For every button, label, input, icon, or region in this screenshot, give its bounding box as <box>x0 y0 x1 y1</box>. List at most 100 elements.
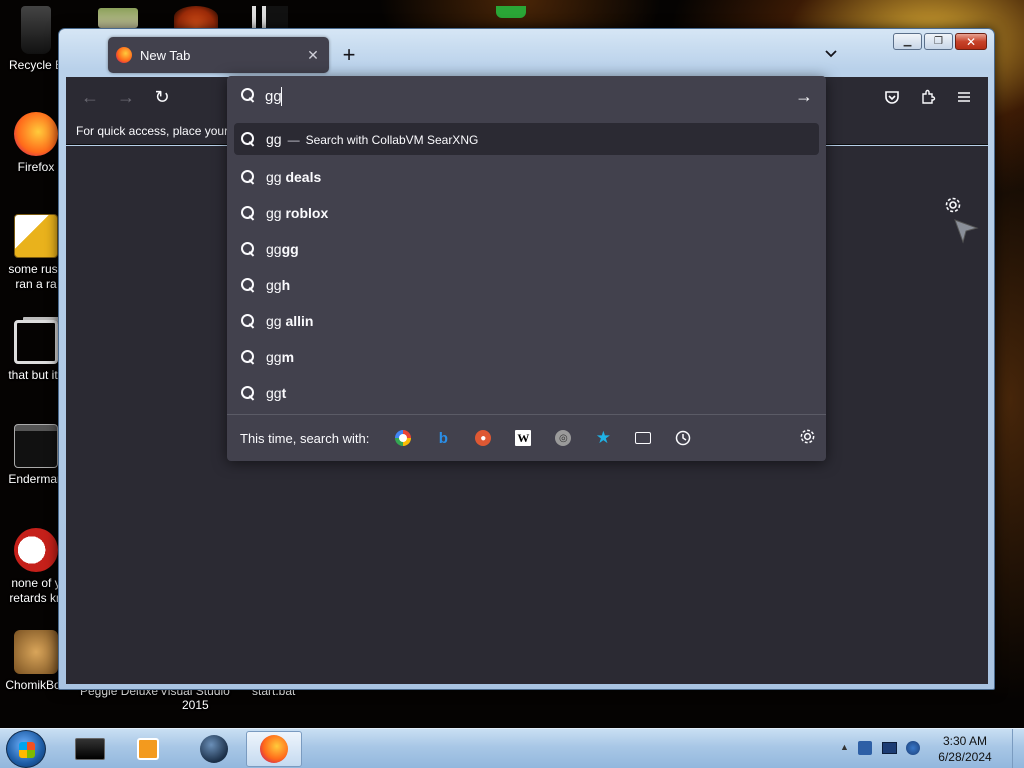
result-suffix: h <box>281 277 291 293</box>
duckduckgo-icon: ● <box>475 430 492 446</box>
search-icon <box>240 277 256 293</box>
green-tray-shape <box>496 6 526 18</box>
taskbar-item-firefox[interactable] <box>246 731 302 767</box>
list-all-tabs-button[interactable] <box>819 44 843 68</box>
gear-icon <box>800 429 815 444</box>
engine-tabs-button[interactable] <box>623 424 663 452</box>
display-icon[interactable] <box>882 742 897 754</box>
tab-close-icon[interactable]: ✕ <box>305 47 321 64</box>
wikipedia-icon: W <box>515 430 532 446</box>
one-off-search-bar: This time, search with: b ● W ◎ ★ <box>227 414 826 461</box>
urlbar-popup: → gg — Search with CollabVM SearXNG gg dea… <box>227 76 826 461</box>
puzzle-piece-icon <box>922 89 936 104</box>
search-icon <box>240 349 256 365</box>
hamburger-menu-icon <box>958 92 970 102</box>
pocket-button[interactable] <box>878 83 906 111</box>
firefox-icon <box>116 47 132 63</box>
clock-date: 6/28/2024 <box>938 750 992 764</box>
result-typed: gg <box>266 241 282 257</box>
searxng-icon: ◎ <box>555 430 572 446</box>
result-suggestion[interactable]: gggg <box>234 231 819 267</box>
taskbar-item-3[interactable] <box>186 731 242 767</box>
result-suggestion[interactable]: ggm <box>234 339 819 375</box>
java-file-icon <box>14 214 58 258</box>
gear-icon <box>945 197 961 213</box>
app-menu-button[interactable] <box>950 83 978 111</box>
result-search-engine[interactable]: gg — Search with CollabVM SearXNG <box>234 123 819 155</box>
cursor-arrow-icon <box>954 219 979 244</box>
history-icon <box>676 430 691 446</box>
taskbar: ▲ 3:30 AM 6/28/2024 <box>0 728 1024 768</box>
engine-wikipedia-button[interactable]: W <box>503 424 543 452</box>
result-suggestion[interactable]: ggh <box>234 267 819 303</box>
tabs-icon <box>635 432 652 444</box>
engine-duckduckgo-button[interactable]: ● <box>463 424 503 452</box>
urlbar-input[interactable] <box>265 85 775 107</box>
desktop-icon-top-3[interactable] <box>252 6 288 28</box>
newtab-settings-button[interactable] <box>944 196 964 216</box>
result-action: Search with CollabVM SearXNG <box>305 133 479 147</box>
go-button[interactable]: → <box>792 84 816 108</box>
tab-title: New Tab <box>140 47 191 63</box>
result-suggestion[interactable]: ggt <box>234 375 819 411</box>
extensions-button[interactable] <box>914 83 942 111</box>
result-suggestion[interactable]: gg deals <box>234 159 819 195</box>
result-typed: gg <box>266 349 282 365</box>
forward-button[interactable]: → <box>112 83 140 111</box>
search-settings-button[interactable] <box>799 428 816 450</box>
media-player-icon <box>137 738 159 760</box>
tab-new-tab[interactable]: New Tab ✕ <box>108 37 329 73</box>
engine-history-button[interactable] <box>663 424 703 452</box>
bookmarks-hint-text: For quick access, place your b <box>76 124 239 138</box>
chevron-down-icon <box>825 50 837 58</box>
taskbar-item-media-player[interactable] <box>120 731 176 767</box>
back-button[interactable]: ← <box>76 83 104 111</box>
result-suffix: allin <box>285 313 314 329</box>
search-icon <box>240 205 256 221</box>
search-icon <box>240 131 256 147</box>
desktop-icon-top-1[interactable] <box>98 8 138 28</box>
result-typed: gg <box>266 277 282 293</box>
result-suggestion[interactable]: gg allin <box>234 303 819 339</box>
copy-icon <box>14 320 58 364</box>
engine-bookmarks-button[interactable]: ★ <box>583 424 623 452</box>
monitor-icon <box>75 738 105 760</box>
network-icon[interactable] <box>858 741 872 755</box>
result-typed: gg <box>266 169 286 185</box>
tab-strip: New Tab ✕ + <box>65 34 989 78</box>
volume-icon[interactable] <box>906 741 920 755</box>
taskbar-item-1[interactable] <box>62 731 118 767</box>
result-typed: gg <box>266 205 286 221</box>
firefox-shortcut-icon <box>14 112 58 156</box>
desktop-icon-top-2[interactable] <box>174 6 218 28</box>
bookmarks-star-icon: ★ <box>595 428 611 447</box>
window-icon <box>14 424 58 468</box>
urlbar-input-row: → <box>227 76 826 116</box>
engine-bing-button[interactable]: b <box>423 424 463 452</box>
result-suffix: gg <box>281 241 299 257</box>
clock[interactable]: 3:30 AM 6/28/2024 <box>930 733 1000 765</box>
show-desktop-button[interactable] <box>1012 729 1024 768</box>
recycle-bin-icon <box>21 6 51 54</box>
search-icon <box>240 385 256 401</box>
result-suffix: roblox <box>285 205 329 221</box>
result-suffix: t <box>281 385 287 401</box>
new-tab-button[interactable]: + <box>337 44 361 68</box>
engine-google-button[interactable] <box>383 424 423 452</box>
search-icon <box>240 313 256 329</box>
desktop-label-visual-studio-2015: 2015 <box>182 698 209 712</box>
reload-button[interactable]: ↻ <box>148 83 176 111</box>
result-suggestion[interactable]: gg roblox <box>234 195 819 231</box>
search-icon <box>240 241 256 257</box>
firefox-icon <box>260 735 288 763</box>
engine-searxng-button[interactable]: ◎ <box>543 424 583 452</box>
text-caret <box>281 87 282 106</box>
urlbar-results: gg — Search with CollabVM SearXNG gg deals… <box>234 123 819 411</box>
start-button[interactable] <box>6 730 46 768</box>
result-suffix: deals <box>285 169 322 185</box>
search-icon <box>240 87 256 103</box>
hamster-icon <box>14 630 58 674</box>
tray-expand-arrow[interactable]: ▲ <box>840 742 849 752</box>
pie-logo-icon <box>14 528 58 572</box>
system-tray: ▲ 3:30 AM 6/28/2024 <box>834 729 1024 768</box>
